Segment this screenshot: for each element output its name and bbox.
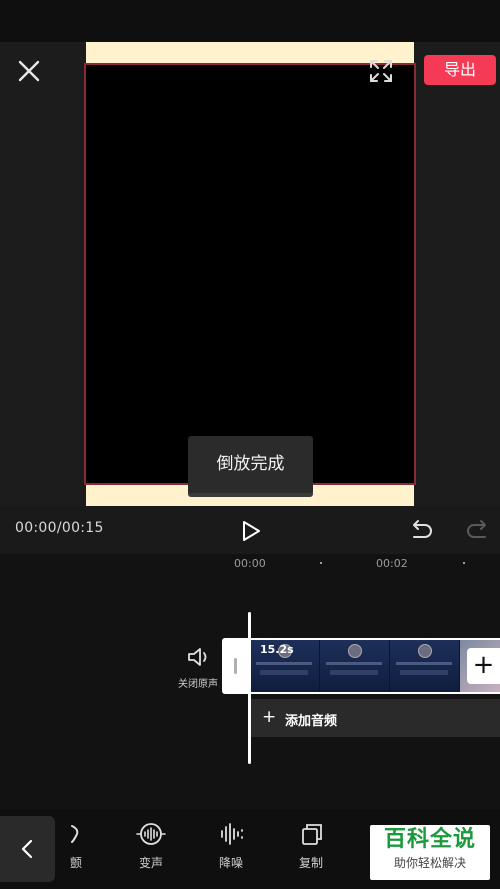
redo-button[interactable] [463,516,493,546]
trim-handle-grip [234,658,237,674]
toast-message: 倒放完成 [188,436,313,493]
redo-icon [467,520,486,538]
undo-button[interactable] [406,516,436,546]
close-button[interactable] [14,56,44,86]
mute-original-audio-button[interactable]: 关闭原声 [170,645,226,691]
tool-label: 颤 [69,856,82,870]
ruler-tick [463,562,465,564]
clip-thumbnail [320,640,390,692]
cut-icon [71,825,79,843]
copy-icon [302,824,322,845]
add-clip-button[interactable]: + [467,648,500,684]
video-preview[interactable] [84,63,416,485]
status-bar [0,0,500,42]
tool-noise-reduction[interactable]: 降噪 [203,822,259,878]
time-display: 00:00/00:15 [15,520,104,536]
undo-icon [413,520,432,538]
export-button[interactable]: 导出 [424,55,496,85]
mute-label: 关闭原声 [178,679,218,690]
plus-icon: + [262,707,277,727]
tool-label: 变声 [138,856,163,870]
fullscreen-icon [370,60,392,82]
ruler-label-start: 00:00 [234,557,266,570]
fullscreen-button[interactable] [366,56,396,86]
playhead[interactable] [248,612,251,764]
play-button[interactable] [236,516,266,546]
play-icon [243,521,260,541]
clip-thumbnail [390,640,460,692]
noise-reduction-icon [221,823,243,845]
back-button[interactable] [0,816,55,882]
tool-copy[interactable]: 复制 [283,822,339,878]
ruler-label-2s: 00:02 [376,557,408,570]
close-icon [18,60,40,82]
chevron-left-icon [21,839,33,859]
add-audio-label[interactable]: 添加音频 [285,710,337,729]
watermark-logo: 百科全说 助你轻松解决 [370,825,490,880]
clip-duration-badge: 15.2s [260,643,294,656]
tool-label: 降噪 [218,856,243,870]
voice-change-icon [136,823,166,845]
ruler-tick [320,562,322,564]
tool-voice-change[interactable]: 变声 [123,822,179,878]
watermark-subtitle: 助你轻松解决 [393,856,466,870]
speaker-icon [188,648,207,666]
plus-icon: + [472,650,495,680]
watermark-title: 百科全说 [383,827,476,852]
tool-label: 复制 [298,856,323,870]
tool-cut[interactable]: 颤 [48,822,104,878]
